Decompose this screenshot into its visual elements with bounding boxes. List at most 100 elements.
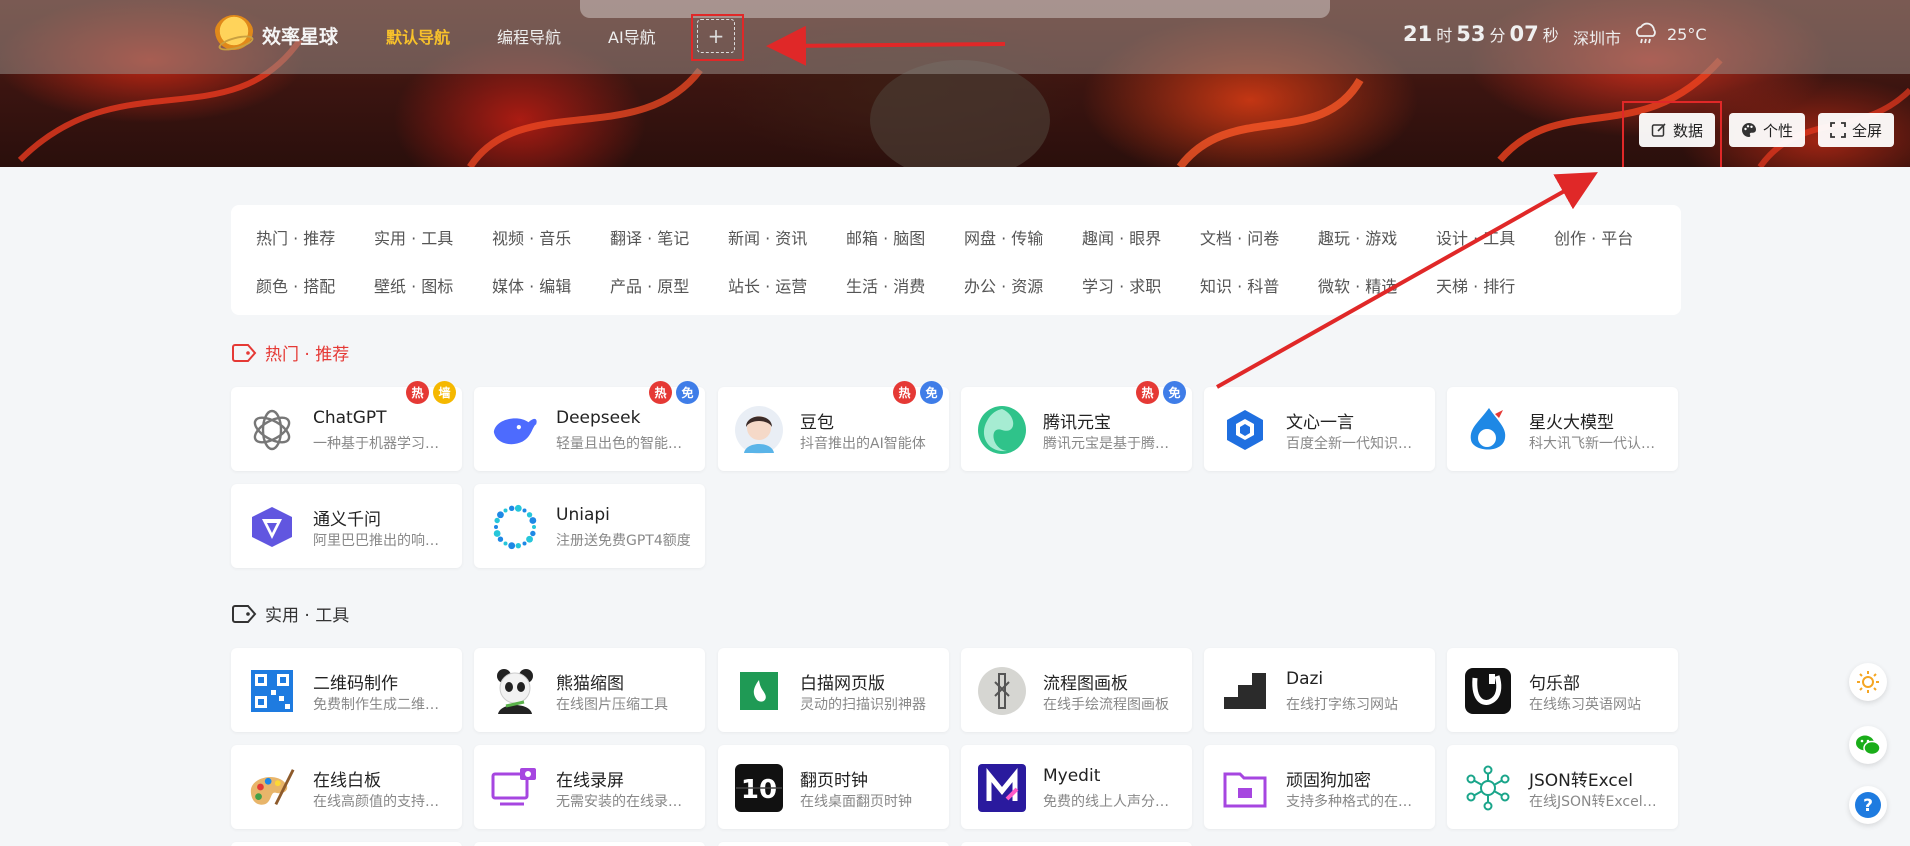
site-card-dogencrypt[interactable]: 顽固狗加密 支持多种格式的在线加密 <box>1204 745 1435 829</box>
site-card-screenrecord[interactable]: 在线录屏 无需安装的在线录屏工具 <box>474 745 705 829</box>
julebu-logo-icon <box>1463 666 1513 716</box>
site-card-yuanbao[interactable]: 腾讯元宝 腾讯元宝是基于腾讯混元大模型 热 免 <box>961 381 1192 471</box>
category-item[interactable]: 学习 · 求职 <box>1082 273 1161 297</box>
site-card-name: 文心一言 <box>1286 413 1354 433</box>
site-card-qrcode[interactable]: 二维码制作 免费制作生成二维码工具 <box>231 648 462 732</box>
site-card-partial[interactable] <box>231 842 462 846</box>
site-card-name: 顽固狗加密 <box>1286 771 1371 791</box>
site-card-desc: 百度全新一代知识增强大语言模型 <box>1286 436 1422 452</box>
site-card-name: 流程图画板 <box>1043 674 1128 694</box>
uniapi-dots-icon <box>490 502 540 552</box>
category-item[interactable]: 媒体 · 编辑 <box>492 273 571 297</box>
style-button-label: 个性 <box>1763 121 1794 140</box>
site-name: 效率星球 <box>262 25 339 48</box>
category-item[interactable]: 微软 · 精选 <box>1318 273 1397 297</box>
theme-toggle-button[interactable] <box>1849 663 1887 701</box>
site-card-whiteboard[interactable]: 在线白板 在线高颜值的支持多人协作白板 <box>231 745 462 829</box>
site-card-chatgpt[interactable]: ChatGPT 一种基于机器学习的聊天机器人 热 墙 <box>231 381 462 471</box>
clock-hour: 21 <box>1403 22 1433 46</box>
site-card-desc: 免费的线上人声分离工具 <box>1043 794 1179 810</box>
category-item[interactable]: 创作 · 平台 <box>1554 225 1633 249</box>
site-card-name: Myedit <box>1043 766 1101 786</box>
site-card-doubao[interactable]: 豆包 抖音推出的AI智能体 热 免 <box>718 381 949 471</box>
site-card-name: ChatGPT <box>313 408 387 428</box>
svg-text:10: 10 <box>741 775 777 805</box>
style-button[interactable]: 个性 <box>1729 113 1806 147</box>
category-item[interactable]: 站长 · 运营 <box>728 273 807 297</box>
fullscreen-button[interactable]: 全屏 <box>1818 113 1895 147</box>
site-card-desc: 在线图片压缩工具 <box>556 697 668 713</box>
category-item[interactable]: 趣玩 · 游戏 <box>1318 225 1397 249</box>
category-item[interactable]: 颜色 · 搭配 <box>256 273 335 297</box>
category-item[interactable]: 壁纸 · 图标 <box>374 273 453 297</box>
category-item[interactable]: 知识 · 科普 <box>1200 273 1279 297</box>
wall-badge: 墙 <box>433 381 456 404</box>
site-card-name: 在线白板 <box>313 771 381 791</box>
clock-second: 07 <box>1509 22 1539 46</box>
site-card-name: JSON转Excel <box>1529 771 1633 791</box>
panda-icon <box>490 666 540 716</box>
chatgpt-logo-icon <box>247 405 297 455</box>
category-item[interactable]: 天梯 · 排行 <box>1436 273 1515 297</box>
site-card-desc: 腾讯元宝是基于腾讯混元大模型 <box>1043 436 1179 452</box>
site-card-partial[interactable] <box>474 842 705 846</box>
site-card-name: 熊猫缩图 <box>556 674 624 694</box>
hot-badge: 热 <box>649 381 672 404</box>
free-badge: 免 <box>676 381 699 404</box>
category-item[interactable]: 热门 · 推荐 <box>256 225 335 249</box>
annotation-box-add <box>691 14 744 61</box>
site-card-myedit[interactable]: Myedit 免费的线上人声分离工具 <box>961 745 1192 829</box>
site-card-desc: 在线打字练习网站 <box>1286 697 1398 713</box>
site-card-tongyi[interactable]: 通义千问 阿里巴巴推出的响应式AI <box>231 484 462 568</box>
site-card-xinghuo[interactable]: 星火大模型 科大讯飞新一代认知智能大模型 <box>1447 387 1678 471</box>
qrcode-icon <box>247 666 297 716</box>
palette-brush-icon <box>247 763 297 813</box>
tag-icon <box>232 604 257 623</box>
site-card-desc: 在线高颜值的支持多人协作白板 <box>313 794 449 810</box>
category-item[interactable]: 邮箱 · 脑图 <box>846 225 925 249</box>
site-card-partial[interactable] <box>961 842 1192 846</box>
category-item[interactable]: 视频 · 音乐 <box>492 225 571 249</box>
annotation-box-data <box>1622 101 1722 167</box>
free-badge: 免 <box>920 381 943 404</box>
site-card-uniapi[interactable]: Uniapi 注册送免费GPT4额度 <box>474 484 705 568</box>
tab-default-nav[interactable]: 默认导航 <box>386 24 450 48</box>
site-card-baimiao[interactable]: 白描网页版 灵动的扫描识别神器 <box>718 648 949 732</box>
category-item[interactable]: 产品 · 原型 <box>610 273 689 297</box>
site-card-panda[interactable]: 熊猫缩图 在线图片压缩工具 <box>474 648 705 732</box>
site-card-dazi[interactable]: Dazi 在线打字练习网站 <box>1204 648 1435 732</box>
site-card-julebu[interactable]: 句乐部 在线练习英语网站 <box>1447 648 1678 732</box>
site-logo[interactable]: 效率星球 <box>214 15 338 55</box>
category-item[interactable]: 设计 · 工具 <box>1436 225 1515 249</box>
category-item[interactable]: 办公 · 资源 <box>964 273 1043 297</box>
site-card-flipclock[interactable]: 10 翻页时钟 在线桌面翻页时钟 <box>718 745 949 829</box>
site-card-desc: 一种基于机器学习的聊天机器人 <box>313 436 449 452</box>
site-card-wenxin[interactable]: 文心一言 百度全新一代知识增强大语言模型 <box>1204 387 1435 471</box>
weather-city[interactable]: 深圳市 <box>1573 25 1621 49</box>
category-item[interactable]: 网盘 · 传输 <box>964 225 1043 249</box>
screen-record-icon <box>490 763 540 813</box>
site-card-deepseek[interactable]: Deepseek 轻量且出色的智能助手 热 免 <box>474 381 705 471</box>
site-card-name: 二维码制作 <box>313 674 398 694</box>
site-card-partial[interactable] <box>718 842 949 846</box>
tab-ai-nav[interactable]: AI导航 <box>608 24 656 48</box>
help-button[interactable]: ? <box>1849 786 1887 824</box>
clock-hour-unit: 时 <box>1436 26 1453 45</box>
category-item[interactable]: 文档 · 问卷 <box>1200 225 1279 249</box>
category-item[interactable]: 翻译 · 笔记 <box>610 225 689 249</box>
site-card-flowchart[interactable]: 流程图画板 在线手绘流程图画板 <box>961 648 1192 732</box>
category-item[interactable]: 生活 · 消费 <box>846 273 925 297</box>
category-item[interactable]: 趣闻 · 眼界 <box>1082 225 1161 249</box>
section-title-label: 热门 · 推荐 <box>265 345 350 365</box>
category-panel: 热门 · 推荐 实用 · 工具 视频 · 音乐 翻译 · 笔记 新闻 · 资讯 … <box>231 205 1681 315</box>
category-item[interactable]: 实用 · 工具 <box>374 225 453 249</box>
hot-badge: 热 <box>893 381 916 404</box>
tab-coding-nav[interactable]: 编程导航 <box>497 24 561 48</box>
svg-text:?: ? <box>1863 796 1873 816</box>
category-item[interactable]: 新闻 · 资讯 <box>728 225 807 249</box>
wechat-button[interactable] <box>1849 726 1887 764</box>
clock: 21 时 53 分 07 秒 <box>1403 22 1559 46</box>
sun-icon <box>1857 671 1879 693</box>
flip-clock-icon: 10 <box>734 763 784 813</box>
site-card-json-excel[interactable]: JSON转Excel 在线JSON转Excel工具 <box>1447 745 1678 829</box>
